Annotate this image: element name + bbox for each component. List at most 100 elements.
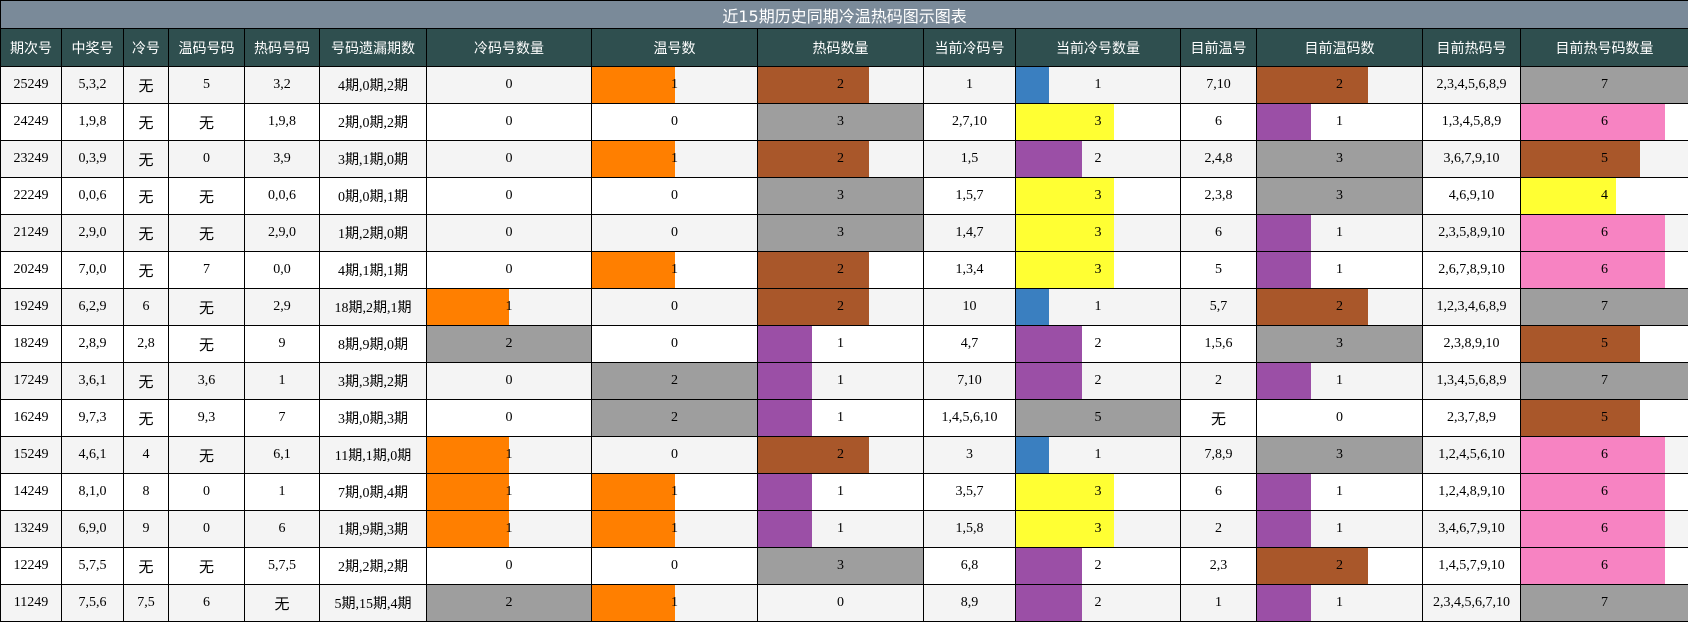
current-hot-number-cell: 3,6,7,9,10: [1423, 141, 1521, 178]
warm-count-cell: 0: [592, 548, 758, 585]
current-hot-count-cell: 5: [1521, 326, 1688, 363]
hot-count-cell: 3: [758, 215, 924, 252]
omission-cell: 7期,0期,4期: [320, 474, 427, 511]
current-cold-number-cell: 1,5,8: [924, 511, 1016, 548]
issue-cell: 24249: [1, 104, 62, 141]
hot-count-cell: 2: [758, 437, 924, 474]
count-value: 0: [427, 363, 591, 399]
count-value: 1: [1016, 67, 1180, 103]
count-value: 3: [1016, 474, 1180, 510]
current-warm-count-cell: 1: [1257, 474, 1423, 511]
current-hot-count-cell: 6: [1521, 104, 1688, 141]
hot-number-cell: 6,1: [245, 437, 320, 474]
count-value: 1: [1257, 252, 1422, 288]
winning-number-cell: 3,6,1: [62, 363, 124, 400]
current-cold-count-cell: 1: [1016, 437, 1181, 474]
table-row: 112497,5,67,56无5期,15期,4期2108,92112,3,4,5…: [1, 585, 1688, 622]
cold-count-cell: 2: [427, 585, 592, 622]
hot-number-cell: 1: [245, 363, 320, 400]
current-hot-number-cell: 3,4,6,7,9,10: [1423, 511, 1521, 548]
current-hot-count-cell: 7: [1521, 289, 1688, 326]
hot-count-cell: 2: [758, 141, 924, 178]
warm-count-cell: 0: [592, 437, 758, 474]
count-value: 3: [758, 215, 923, 251]
current-cold-count-cell: 3: [1016, 215, 1181, 252]
count-value: 1: [592, 511, 757, 547]
current-cold-number-cell: 2,7,10: [924, 104, 1016, 141]
warm-number-cell: 0: [169, 511, 245, 548]
current-hot-number-cell: 2,3,4,5,6,7,10: [1423, 585, 1521, 622]
current-cold-count-cell: 1: [1016, 289, 1181, 326]
current-cold-count-cell: 1: [1016, 67, 1181, 104]
count-value: 6: [1521, 437, 1688, 473]
winning-number-cell: 2,9,0: [62, 215, 124, 252]
count-value: 1: [1016, 437, 1180, 473]
count-value: 2: [427, 585, 591, 621]
warm-number-cell: 0: [169, 474, 245, 511]
winning-number-cell: 7,5,6: [62, 585, 124, 622]
count-value: 1: [427, 474, 591, 510]
winning-number-cell: 7,0,0: [62, 252, 124, 289]
count-value: 0: [592, 215, 757, 251]
count-value: 1: [592, 141, 757, 177]
count-value: 3: [1016, 511, 1180, 547]
count-value: 1: [592, 474, 757, 510]
count-value: 2: [758, 67, 923, 103]
hot-number-cell: 0,0: [245, 252, 320, 289]
count-value: 0: [592, 548, 757, 584]
omission-cell: 4期,0期,2期: [320, 67, 427, 104]
count-value: 3: [758, 548, 923, 584]
current-hot-count-cell: 6: [1521, 252, 1688, 289]
cold-count-cell: 0: [427, 178, 592, 215]
column-header: 目前热码号: [1423, 29, 1521, 67]
current-warm-number-cell: 2,3: [1181, 548, 1257, 585]
current-cold-number-cell: 8,9: [924, 585, 1016, 622]
warm-number-cell: 无: [169, 178, 245, 215]
winning-number-cell: 2,8,9: [62, 326, 124, 363]
warm-count-cell: 2: [592, 363, 758, 400]
omission-cell: 1期,9期,3期: [320, 511, 427, 548]
column-header: 中奖号: [62, 29, 124, 67]
count-value: 0: [592, 104, 757, 140]
hot-number-cell: 3,9: [245, 141, 320, 178]
cold-count-cell: 1: [427, 437, 592, 474]
count-value: 0: [427, 67, 591, 103]
column-header: 温码号码: [169, 29, 245, 67]
current-cold-count-cell: 3: [1016, 178, 1181, 215]
table-title: 近15期历史同期冷温热码图示图表: [1, 1, 1688, 29]
current-hot-count-cell: 5: [1521, 400, 1688, 437]
count-value: 2: [1016, 363, 1180, 399]
current-warm-number-cell: 6: [1181, 215, 1257, 252]
hot-count-cell: 2: [758, 252, 924, 289]
omission-cell: 2期,0期,2期: [320, 104, 427, 141]
omission-cell: 3期,1期,0期: [320, 141, 427, 178]
count-value: 0: [427, 252, 591, 288]
table-row: 212492,9,0无无2,9,01期,2期,0期0031,4,73612,3,…: [1, 215, 1688, 252]
count-value: 1: [1257, 363, 1422, 399]
count-value: 2: [592, 363, 757, 399]
warm-count-cell: 0: [592, 326, 758, 363]
current-hot-number-cell: 2,3,5,8,9,10: [1423, 215, 1521, 252]
count-value: 0: [592, 326, 757, 362]
current-hot-number-cell: 1,2,3,4,6,8,9: [1423, 289, 1521, 326]
cold-count-cell: 0: [427, 215, 592, 252]
count-value: 1: [758, 474, 923, 510]
count-value: 7: [1521, 289, 1688, 325]
column-header: 热码数量: [758, 29, 924, 67]
table-row: 202497,0,0无70,04期,1期,1期0121,3,43512,6,7,…: [1, 252, 1688, 289]
count-value: 3: [1016, 178, 1180, 214]
count-value: 6: [1521, 252, 1688, 288]
current-warm-count-cell: 3: [1257, 326, 1423, 363]
hot-count-cell: 2: [758, 67, 924, 104]
issue-cell: 12249: [1, 548, 62, 585]
current-cold-number-cell: 4,7: [924, 326, 1016, 363]
cold-warm-hot-table: 近15期历史同期冷温热码图示图表 期次号中奖号冷号温码号码热码号码号码遗漏期数冷…: [0, 0, 1688, 622]
winning-number-cell: 6,9,0: [62, 511, 124, 548]
current-cold-count-cell: 3: [1016, 104, 1181, 141]
issue-cell: 13249: [1, 511, 62, 548]
count-value: 2: [1016, 548, 1180, 584]
warm-number-cell: 无: [169, 215, 245, 252]
count-value: 3: [1257, 141, 1422, 177]
table-row: 142498,1,08017期,0期,4期1113,5,73611,2,4,8,…: [1, 474, 1688, 511]
count-value: 2: [427, 326, 591, 362]
